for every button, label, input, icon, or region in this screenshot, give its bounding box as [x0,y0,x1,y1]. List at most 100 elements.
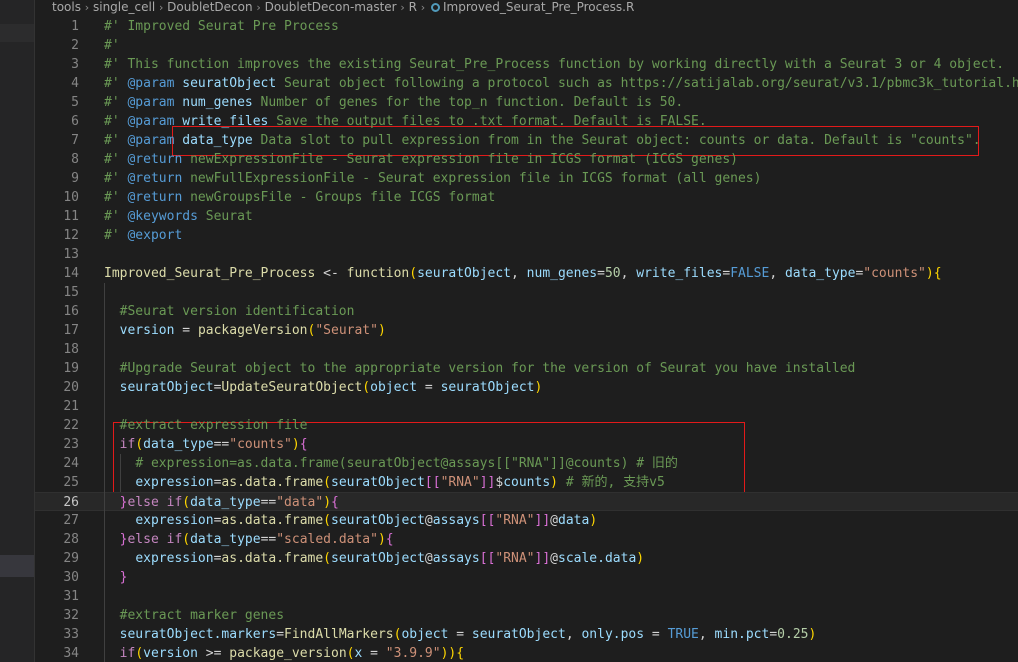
code-line[interactable]: 23 if(data_type=="counts"){ [35,435,1018,454]
code-token: ( [182,532,191,547]
line-number: 28 [63,532,79,547]
code-token: "RNA" [440,475,480,490]
code-line[interactable]: 29 expression=as.data.frame(seuratObject… [35,549,1018,568]
code-line[interactable]: 30 } [35,568,1018,587]
code-token: #' [104,114,128,129]
code-line[interactable]: 16 #Seurat version identification [35,302,1018,321]
code-text: #extract expression file [104,416,308,435]
code-line[interactable]: 17 version = packageVersion("Seurat") [35,321,1018,340]
code-token: Seurat object following a protocol such … [276,76,1018,91]
code-line[interactable]: 6 #' @param write_files Save the output f… [35,112,1018,131]
code-line[interactable]: 3 #' This function improves the existing … [35,55,1018,74]
code-token: @return [127,190,183,205]
code-token: )) [440,646,457,661]
code-text: #' @param num_genes Number of genes for … [104,93,683,112]
code-token: == [260,532,277,547]
code-line[interactable]: 9 #' @return newFullExpressionFile - Seur… [35,169,1018,188]
code-token: @ [424,551,433,566]
r-file-icon [430,3,440,12]
code-text: expression=as.data.frame(seuratObject@as… [104,511,597,530]
line-number: 34 [63,646,79,661]
code-line[interactable]: 12 #' @export [35,226,1018,245]
code-token: #' [104,133,128,148]
code-line[interactable]: 15 [35,283,1018,302]
code-line[interactable]: 20 seuratObject=UpdateSeuratObject(objec… [35,378,1018,397]
line-number: 3 [71,57,79,72]
code-line[interactable]: 21 [35,397,1018,416]
code-token: ) [377,323,386,338]
code-line[interactable]: 11 #' @keywords Seurat [35,207,1018,226]
code-line[interactable]: 8 #' @return newExpressionFile - Seurat e… [35,150,1018,169]
code-line[interactable]: 26 }else if(data_type=="data"){ [35,492,1018,511]
sidebar-item[interactable] [0,24,35,42]
code-line[interactable]: 4 #' @param seuratObject Seurat object fo… [35,74,1018,93]
code-line[interactable]: 28 }else if(data_type=="scaled.data"){ [35,530,1018,549]
code-token: #' [104,152,128,167]
line-number: 19 [63,361,79,376]
code-token: = [276,627,285,642]
breadcrumb-item[interactable]: DoubletDecon-master [265,0,397,14]
breadcrumb-item[interactable]: tools [35,0,81,14]
code-line[interactable]: 34 if(version >= package_version(x = "3.… [35,644,1018,662]
code-line[interactable]: 25 expression=as.data.frame(seuratObject… [35,473,1018,492]
code-token: #' [104,190,128,205]
breadcrumb-item[interactable]: Improved_Seurat_Pre_Process.R [443,0,634,14]
code-line[interactable]: 33 seuratObject.markers=FindAllMarkers(o… [35,625,1018,644]
code-token: = [362,646,386,661]
line-number: 21 [63,399,79,414]
code-line[interactable]: 2 #' [35,36,1018,55]
code-token: #Upgrade Seurat object to the appropriat… [119,361,856,376]
code-token: ( [135,437,144,452]
line-number: 10 [63,190,79,205]
code-line[interactable]: 5 #' @param num_genes Number of genes for… [35,93,1018,112]
code-token: @keywords [127,209,198,224]
line-number: 14 [63,266,79,281]
code-token: @ [550,513,558,528]
line-number: 24 [63,456,79,471]
breadcrumb-item[interactable]: DoubletDecon [167,0,252,14]
breadcrumb-item[interactable]: R [409,0,417,14]
code-token: #' [104,76,128,91]
sidebar-item-selected[interactable] [0,555,35,577]
breadcrumb-item[interactable]: single_cell [93,0,155,14]
code-token: num_genes [526,266,598,281]
code-token: #extract marker genes [119,608,285,623]
line-number: 22 [63,418,79,433]
code-text: #extract marker genes [104,606,284,625]
code-text: if(version >= package_version(x = "3.9.9… [104,644,464,662]
code-token: data_type [143,437,214,452]
code-line[interactable]: 13 [35,245,1018,264]
code-line[interactable]: 14 Improved_Seurat_Pre_Process <- functio… [35,264,1018,283]
code-line[interactable]: 7 #' @param data_type Data slot to pull e… [35,131,1018,150]
code-line[interactable]: 31 [35,587,1018,606]
code-token: Save the output files to .txt format. De… [268,114,707,129]
breadcrumb-separator-icon: › [420,1,426,14]
line-number: 11 [63,209,79,224]
code-line[interactable]: 1 #' Improved Seurat Pre Process [35,17,1018,36]
line-number: 29 [63,551,79,566]
code-token: data_type [190,495,261,510]
code-line[interactable]: 22 #extract expression file [35,416,1018,435]
code-token: as.data.frame [221,513,324,528]
breadcrumb-separator-icon: › [256,1,261,14]
code-token: counts [503,475,551,490]
code-token: "counts" [229,437,292,452]
code-line[interactable]: 10 #' @return newGroupsFile - Groups file… [35,188,1018,207]
code-editor[interactable]: 1 #' Improved Seurat Pre Process 2 #' 3 #' Th… [35,17,1018,662]
code-line[interactable]: 27 expression=as.data.frame(seuratObject… [35,511,1018,530]
code-text: #' @keywords Seurat [104,207,253,226]
code-token: #' [104,228,128,243]
code-line[interactable]: 24 # expression=as.data.frame(seuratObje… [35,454,1018,473]
code-token: seuratObject [119,380,214,395]
line-number: 8 [71,152,79,167]
code-token: if [119,646,136,661]
code-token: @ [550,551,558,566]
code-text: #' @return newGroupsFile - Groups file I… [104,188,495,207]
code-line[interactable]: 32 #extract marker genes [35,606,1018,625]
code-line[interactable]: 19 #Upgrade Seurat object to the appropr… [35,359,1018,378]
code-line[interactable]: 18 [35,340,1018,359]
code-token: = [722,266,731,281]
code-token: { [331,495,339,510]
code-token: , [698,627,715,642]
